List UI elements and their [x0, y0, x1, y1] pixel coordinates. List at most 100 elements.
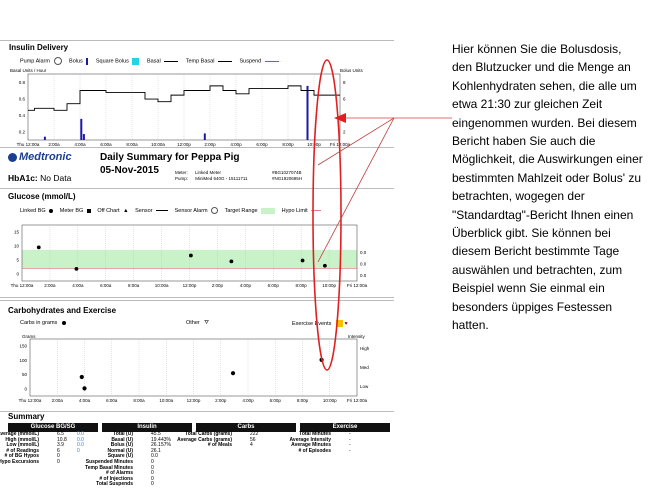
- glucose-point: [300, 258, 305, 263]
- summary-value: 0: [57, 458, 60, 465]
- logo-text: Medtronic: [19, 151, 72, 163]
- x-tick-label: Thu 12:00a: [19, 398, 42, 403]
- x-tick-label: 4:00p: [240, 283, 252, 288]
- right-tick-label: 6: [343, 96, 346, 101]
- summary-key: # Hypo Excursions: [0, 458, 39, 465]
- x-tick-label: 8:00p: [282, 142, 294, 147]
- pump-id: #NG1920695H: [272, 176, 303, 181]
- x-tick-label: 10:00p: [307, 142, 321, 147]
- glucose-point: [74, 266, 79, 271]
- x-tick-label: 6:00a: [100, 142, 112, 147]
- right-tick-label: Med: [360, 365, 369, 370]
- summary-value: 4: [250, 442, 253, 449]
- x-tick-label: 10:00a: [155, 283, 169, 288]
- summary-carbs-table: Carbs Total Carbs (grams) 222 Average Carb…: [177, 423, 296, 449]
- glucose-point: [322, 263, 327, 268]
- summary-insulin-table: Insulin Total (U) 45.5 Basal (U) 19.4 43% Bol…: [85, 423, 192, 488]
- x-tick-label: 6:00a: [106, 398, 118, 403]
- summary-key: # of Episodes: [298, 447, 331, 454]
- y-tick-label: 100: [19, 358, 27, 363]
- x-tick-label: 4:00a: [72, 283, 84, 288]
- glucose-point: [36, 245, 41, 250]
- bolus-bar: [306, 85, 309, 140]
- x-tick-label: Fri 12:00a: [330, 142, 351, 147]
- x-tick-label: 12:00p: [187, 398, 201, 403]
- insulin-delivery-panel: Insulin Delivery Pump Alarm Bolus Square…: [0, 40, 394, 148]
- bolus-bar: [80, 118, 83, 140]
- summary-row: Total Suspends 0: [96, 481, 192, 488]
- right-tick-label: 8: [343, 80, 346, 85]
- glucose-panel: Glucose (mmol/L) Linked BG Meter BG Off …: [0, 189, 394, 298]
- x-tick-label: Fri 12:00a: [347, 398, 368, 403]
- x-tick-label: 8:00p: [296, 283, 308, 288]
- x-tick-label: 8:00a: [126, 142, 138, 147]
- bolus-bar: [43, 136, 46, 140]
- x-tick-label: Fri 12:00a: [347, 283, 368, 288]
- report-title: Daily Summary for Peppa Pig: [100, 152, 240, 163]
- x-tick-label: 12:00p: [177, 142, 191, 147]
- y-tick-label: 0.4: [19, 113, 26, 118]
- right-tick-label: Low: [360, 384, 369, 389]
- summary-key: Total Suspends: [96, 481, 133, 488]
- report-header: Medtronic Daily Summary for Peppa Pig 05…: [0, 148, 394, 189]
- carb-point: [82, 386, 87, 391]
- glucose-chart: 15 10 5 0 0.0 0.0 0.0 Thu 12:00a 2:00a 4:00a 6:0…: [11, 224, 368, 288]
- x-tick-label: 12:00p: [183, 283, 197, 288]
- carbs-panel: Carbohydrates and Exercise Carbs in gram…: [0, 300, 394, 412]
- right-tick-label: 0.0: [360, 273, 367, 278]
- meter-label: Meter:: [175, 170, 188, 175]
- summary-row: # of Episodes -: [298, 447, 390, 455]
- summary-value: 0: [151, 481, 154, 488]
- pump-label: Pump:: [175, 176, 189, 181]
- y-tick-label: 10: [14, 244, 20, 249]
- device-info: Meter: Linked Meter Pump: MiniMed 640G -…: [175, 170, 248, 182]
- y-tick-label: 5: [16, 258, 19, 263]
- x-tick-label: 2:00a: [52, 398, 64, 403]
- y-tick-label: 15: [14, 230, 20, 235]
- x-tick-label: 4:00a: [79, 398, 91, 403]
- right-tick-label: 4: [343, 113, 346, 118]
- glucose-point: [229, 259, 234, 264]
- y-tick-label: 0: [24, 386, 27, 391]
- summary-value: -: [349, 447, 351, 454]
- x-tick-label: 2:00a: [44, 283, 56, 288]
- x-tick-label: 4:00p: [242, 398, 254, 403]
- carb-point: [230, 371, 236, 376]
- carb-point: [319, 357, 324, 362]
- hba1c: HbA1c: No Data: [8, 173, 71, 183]
- right-tick-label: 2: [343, 129, 346, 134]
- annotation-text: Hier können Sie die Bolusdosis, den Blut…: [452, 42, 643, 333]
- carbs-chart: 150 100 50 0 High Med Low Thu 12:00a 2:00a 4:00…: [19, 338, 370, 403]
- y-tick-label: 0.6: [19, 96, 26, 101]
- x-tick-label: 6:00p: [270, 398, 282, 403]
- x-tick-label: 4:00a: [74, 142, 86, 147]
- x-tick-label: 2:00p: [204, 142, 216, 147]
- device-ids: #BG1027074B #NG1920695H: [272, 170, 302, 182]
- medtronic-logo: Medtronic: [8, 151, 72, 163]
- x-tick-label: 8:00a: [128, 283, 140, 288]
- summary-glucose-table: Glucose BG/SG Average (mmol/L) 6.5 0.0 High…: [0, 423, 98, 466]
- y-tick-label: 0.8: [19, 80, 26, 85]
- y-tick-label: 0: [16, 272, 19, 277]
- x-tick-label: Thu 12:00a: [11, 283, 34, 288]
- y-tick-label: 50: [22, 372, 28, 377]
- right-tick-label: 0.0: [360, 250, 367, 255]
- summary-exercise-table: Exercise Total Minutes - Average Intensity…: [290, 423, 390, 455]
- x-tick-label: 10:00p: [322, 283, 336, 288]
- hba1c-value: No Data: [40, 173, 72, 183]
- x-tick-label: 8:00p: [297, 398, 309, 403]
- hba1c-label: HbA1c:: [8, 173, 38, 183]
- x-tick-label: 6:00p: [256, 142, 268, 147]
- summary-key: # of Meals: [207, 442, 232, 449]
- report-date: 05-Nov-2015: [100, 165, 159, 176]
- y-tick-label: 150: [19, 344, 27, 349]
- x-tick-label: 10:00a: [159, 398, 173, 403]
- x-tick-label: 10:00a: [151, 142, 165, 147]
- x-tick-label: 2:00p: [212, 283, 224, 288]
- summary-row: # of Meals 4: [196, 443, 296, 449]
- carb-point: [79, 374, 84, 380]
- x-tick-label: 6:00p: [268, 283, 280, 288]
- x-tick-label: 8:00a: [133, 398, 145, 403]
- x-tick-label: 2:00a: [48, 142, 60, 147]
- right-tick-label: 0.0: [360, 262, 367, 267]
